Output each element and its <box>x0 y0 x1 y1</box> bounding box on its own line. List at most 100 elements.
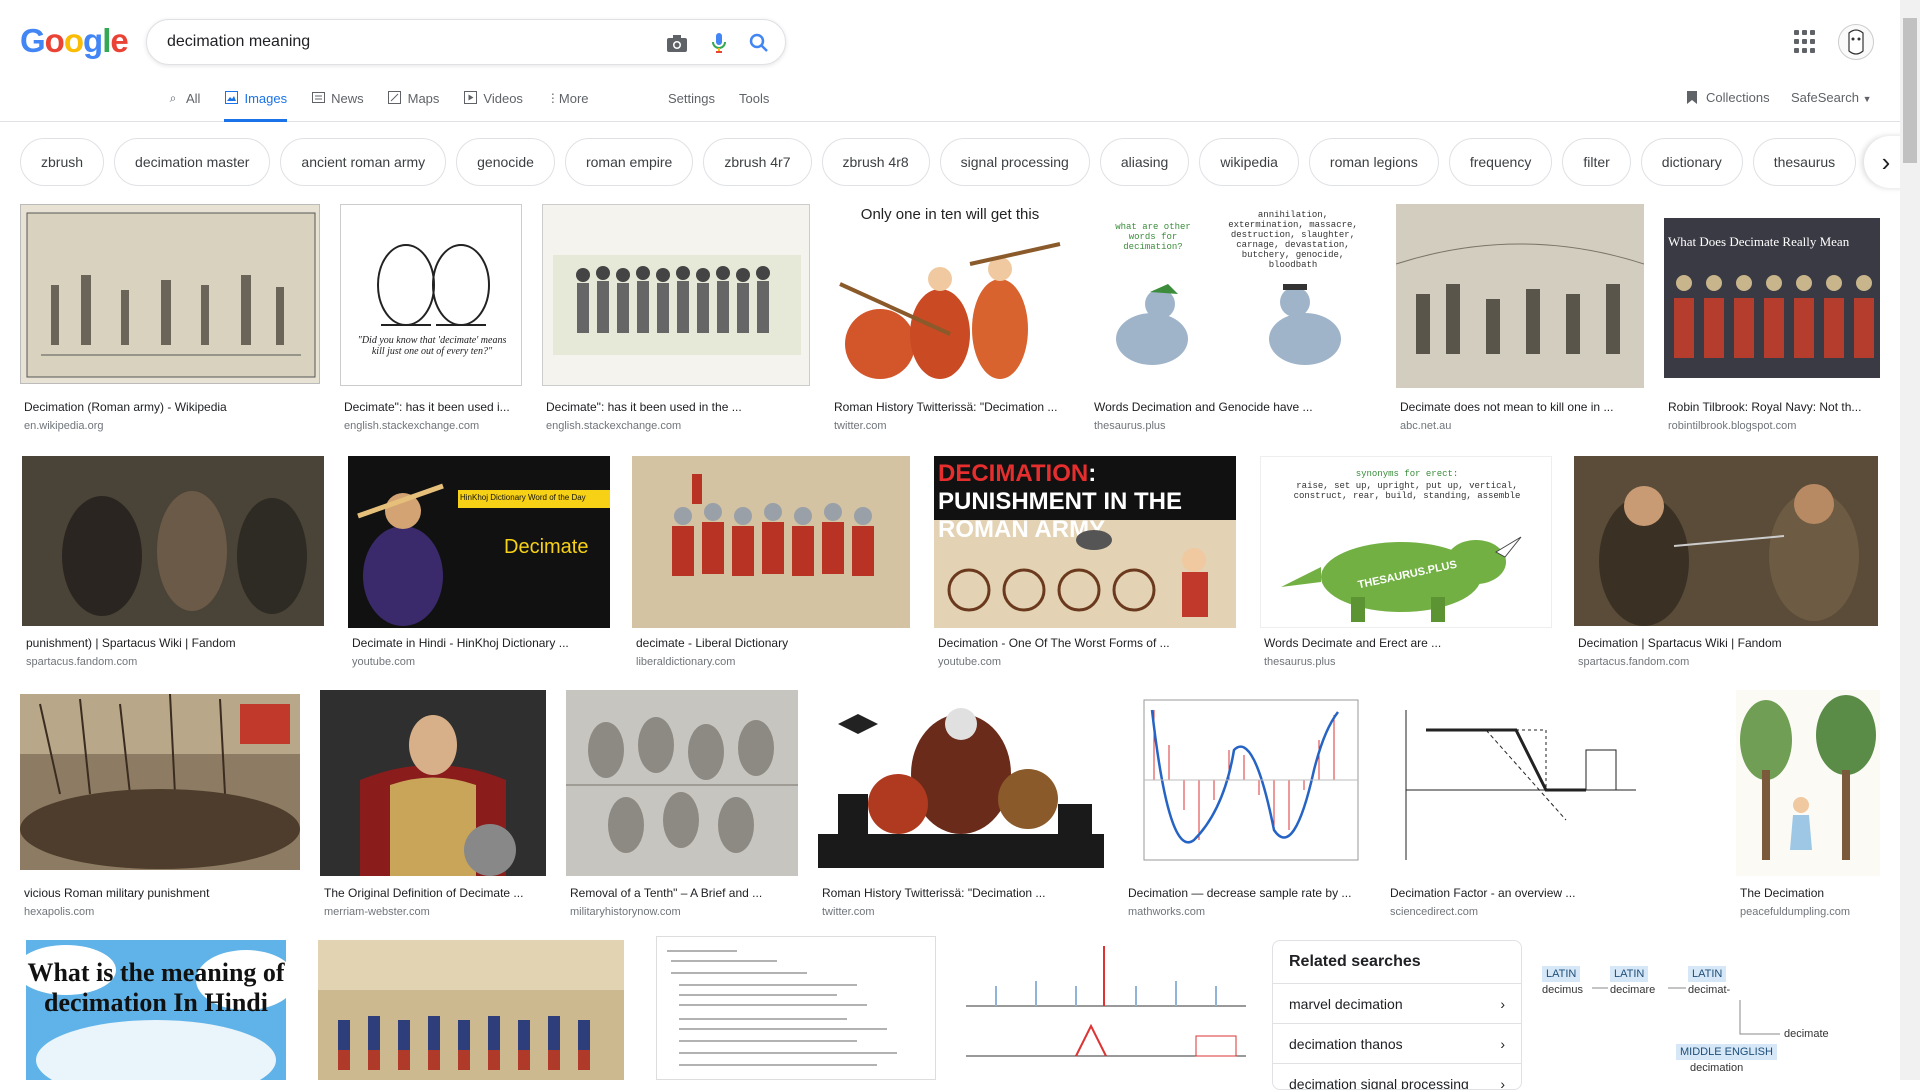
image-result[interactable]: what are other words for decimation? ann… <box>1090 204 1376 434</box>
result-title[interactable]: The Decimation <box>1740 886 1880 900</box>
etymology-tag: LATIN <box>1610 966 1648 982</box>
chip[interactable]: aliasing <box>1100 138 1189 186</box>
result-title[interactable]: Roman History Twitterissä: "Decimation .… <box>822 886 1104 900</box>
camera-icon[interactable] <box>665 31 689 55</box>
tab-label: All <box>186 91 200 106</box>
chevron-right-icon: › <box>1500 1076 1505 1090</box>
result-title[interactable]: Decimate": has it been used i... <box>344 400 522 414</box>
collections-link[interactable]: Collections <box>1686 90 1770 108</box>
tab-images[interactable]: Images <box>224 88 299 122</box>
chip[interactable]: zbrush 4r7 <box>703 138 811 186</box>
result-title[interactable]: decimate - Liberal Dictionary <box>636 636 910 650</box>
image-result[interactable]: Removal of a Tenth" – A Brief and ... mi… <box>566 690 798 918</box>
image-result[interactable]: Decimation | Spartacus Wiki | Fandom spa… <box>1574 456 1878 672</box>
tab-all[interactable]: ⌕ All <box>166 88 212 122</box>
search-input[interactable] <box>167 30 647 54</box>
result-title[interactable]: Decimation | Spartacus Wiki | Fandom <box>1578 636 1878 650</box>
thumbnail: "Did you know that 'decimate' means kill… <box>340 204 522 386</box>
chip[interactable]: roman empire <box>565 138 693 186</box>
etymology-word: decimat- <box>1688 984 1730 996</box>
chip[interactable]: filter <box>1562 138 1630 186</box>
image-result[interactable]: "Did you know that 'decimate' means kill… <box>340 204 522 434</box>
image-result[interactable]: HinKhoj Dictionary Word of the Day Decim… <box>348 456 610 672</box>
image-result[interactable]: decimate - Liberal Dictionary liberaldic… <box>632 456 910 672</box>
result-source: merriam-webster.com <box>324 906 430 918</box>
image-result[interactable] <box>318 940 624 1080</box>
search-icon[interactable] <box>747 31 771 55</box>
image-result[interactable] <box>656 936 936 1080</box>
tab-news[interactable]: News <box>311 88 376 122</box>
result-title[interactable]: Decimation — decrease sample rate by ... <box>1128 886 1366 900</box>
result-title[interactable]: Words Decimation and Genocide have ... <box>1094 400 1376 414</box>
result-source: en.wikipedia.org <box>24 420 104 432</box>
result-title[interactable]: Decimation (Roman army) - Wikipedia <box>24 400 320 414</box>
apps-grid-icon[interactable] <box>1794 30 1818 54</box>
image-result[interactable]: vicious Roman military punishment hexapo… <box>20 694 300 918</box>
settings-link[interactable]: Settings <box>668 91 715 106</box>
image-result[interactable] <box>956 936 1252 1080</box>
google-logo[interactable]: Google <box>20 22 128 60</box>
chip[interactable]: decimation master <box>114 138 270 186</box>
chip[interactable]: genocide <box>456 138 555 186</box>
tab-videos[interactable]: Videos <box>463 88 535 122</box>
result-title[interactable]: Removal of a Tenth" – A Brief and ... <box>570 886 798 900</box>
related-search-item[interactable]: decimation thanos › <box>1273 1024 1521 1064</box>
image-result[interactable]: punishment) | Spartacus Wiki | Fandom sp… <box>22 456 324 672</box>
thumb-caption: What is the meaning of decimation In Hin… <box>26 958 286 1018</box>
image-result[interactable]: Only one in ten will get this Roman Hist… <box>830 204 1070 434</box>
result-source: abc.net.au <box>1400 420 1451 432</box>
image-result[interactable]: What Does Decimate Really Mean Robin Til… <box>1664 204 1880 434</box>
chip[interactable]: ancient roman army <box>280 138 446 186</box>
thumbnail <box>318 940 624 1080</box>
result-title[interactable]: Words Decimate and Erect are ... <box>1264 636 1552 650</box>
avatar[interactable] <box>1838 24 1874 60</box>
etymology-tag: LATIN <box>1542 966 1580 982</box>
image-result[interactable]: LATIN decimus LATIN decimare LATIN decim… <box>1540 940 1880 1080</box>
scrollbar[interactable] <box>1900 0 1920 1080</box>
safesearch-menu[interactable]: SafeSearch ▼ <box>1791 90 1871 105</box>
tools-link[interactable]: Tools <box>739 91 769 106</box>
tab-more[interactable]: ⋮ More <box>547 88 601 122</box>
image-result[interactable]: Roman History Twitterissä: "Decimation .… <box>818 694 1104 918</box>
chip[interactable]: signal processing <box>940 138 1090 186</box>
chip[interactable]: dictionary <box>1641 138 1743 186</box>
image-result[interactable]: The Decimation peacefuldumpling.com <box>1736 690 1880 918</box>
chip[interactable]: frequency <box>1449 138 1552 186</box>
tab-label: Maps <box>408 91 440 106</box>
result-title[interactable]: Decimate": has it been used in the ... <box>546 400 810 414</box>
microphone-icon[interactable] <box>707 31 731 55</box>
related-search-label: decimation thanos <box>1289 1036 1403 1052</box>
image-result[interactable]: What is the meaning of decimation In Hin… <box>26 940 286 1080</box>
image-result[interactable]: Decimation (Roman army) - Wikipedia en.w… <box>20 204 320 434</box>
chip[interactable]: zbrush 4r8 <box>822 138 930 186</box>
related-search-item[interactable]: marvel decimation › <box>1273 984 1521 1024</box>
scrollbar-thumb[interactable] <box>1903 18 1917 163</box>
image-result[interactable]: synonyms for erect: raise, set up, uprig… <box>1260 456 1552 672</box>
result-title[interactable]: punishment) | Spartacus Wiki | Fandom <box>26 636 324 650</box>
result-title[interactable]: Decimation - One Of The Worst Forms of .… <box>938 636 1236 650</box>
chip[interactable]: zbrush <box>20 138 104 186</box>
chip[interactable]: roman legions <box>1309 138 1439 186</box>
header: Google ⌕ All Images <box>0 0 1900 122</box>
image-result[interactable]: Decimation Factor - an overview ... scie… <box>1386 690 1648 918</box>
search-box <box>146 19 786 65</box>
image-result[interactable]: Decimate": has it been used in the ... e… <box>542 204 810 434</box>
related-searches-title: Related searches <box>1273 941 1521 984</box>
tab-maps[interactable]: Maps <box>388 88 452 122</box>
result-source: hexapolis.com <box>24 906 94 918</box>
image-result[interactable]: DECIMATION: PUNISHMENT IN THE ROMAN ARMY… <box>934 456 1236 672</box>
result-title[interactable]: Robin Tilbrook: Royal Navy: Not th... <box>1668 400 1880 414</box>
image-result[interactable]: Decimation — decrease sample rate by ...… <box>1124 690 1366 918</box>
result-title[interactable]: The Original Definition of Decimate ... <box>324 886 546 900</box>
etymology-word: decimus <box>1542 984 1583 996</box>
chip[interactable]: thesaurus <box>1753 138 1856 186</box>
image-result[interactable]: Decimate does not mean to kill one in ..… <box>1396 204 1644 434</box>
image-result[interactable]: The Original Definition of Decimate ... … <box>320 690 546 918</box>
result-title[interactable]: Decimate in Hindi - HinKhoj Dictionary .… <box>352 636 610 650</box>
result-title[interactable]: vicious Roman military punishment <box>24 886 300 900</box>
result-title[interactable]: Roman History Twitterissä: "Decimation .… <box>834 400 1070 414</box>
result-title[interactable]: Decimate does not mean to kill one in ..… <box>1400 400 1644 414</box>
result-title[interactable]: Decimation Factor - an overview ... <box>1390 886 1648 900</box>
related-search-item[interactable]: decimation signal processing › <box>1273 1064 1521 1090</box>
chip[interactable]: wikipedia <box>1199 138 1299 186</box>
